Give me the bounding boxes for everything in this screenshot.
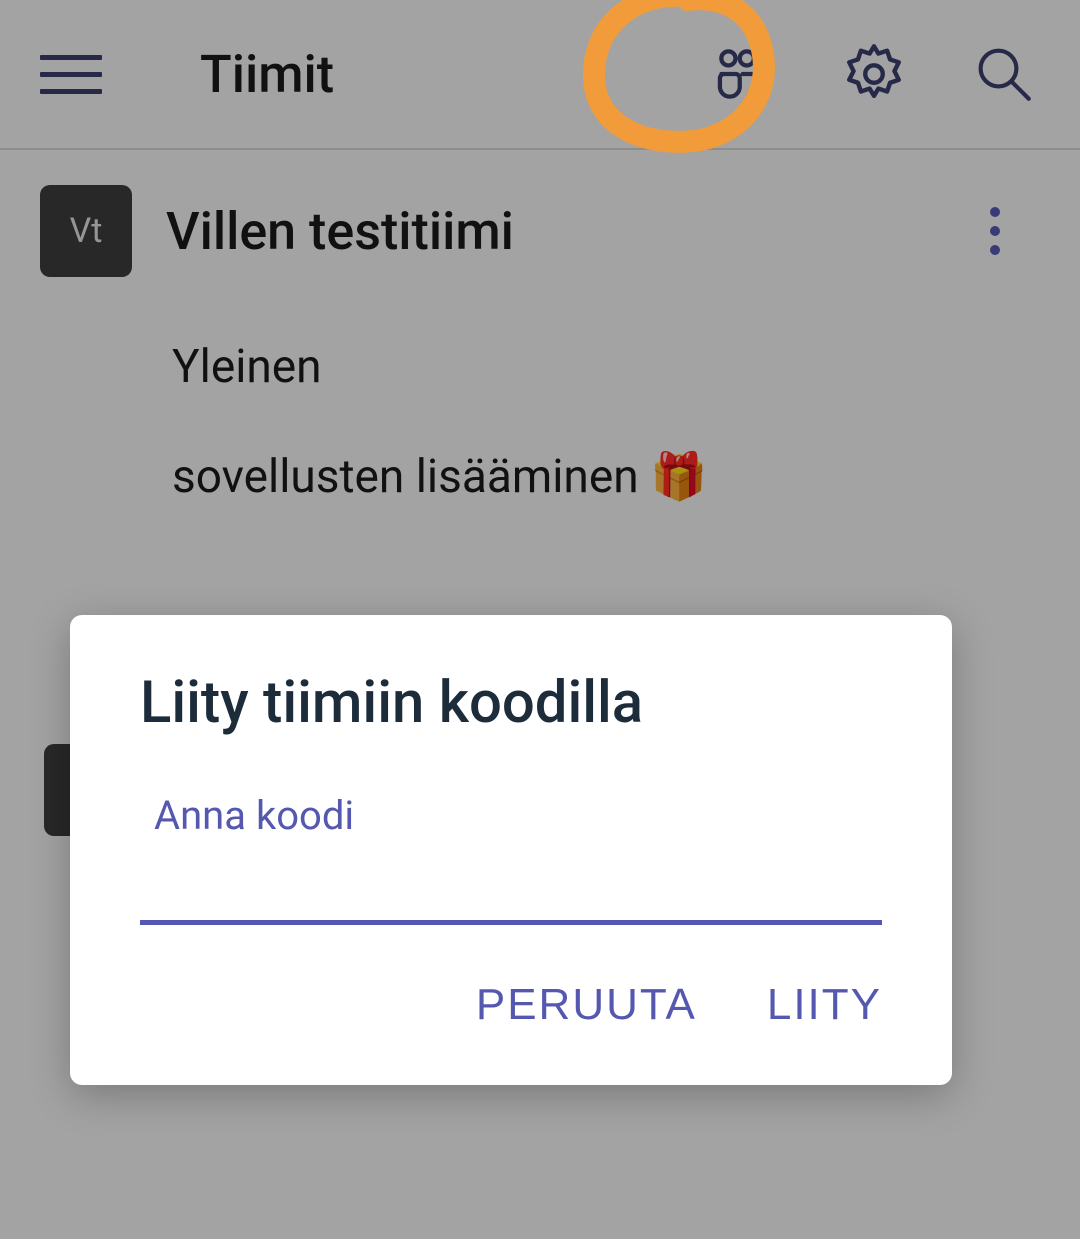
join-button[interactable]: LIITY (767, 980, 882, 1030)
code-input-label: Anna koodi (154, 792, 882, 839)
dialog-title: Liity tiimiin koodilla (140, 669, 882, 737)
code-input[interactable] (140, 845, 882, 925)
join-with-code-dialog: Liity tiimiin koodilla Anna koodi PERUUT… (70, 615, 952, 1085)
cancel-button[interactable]: PERUUTA (476, 980, 697, 1030)
